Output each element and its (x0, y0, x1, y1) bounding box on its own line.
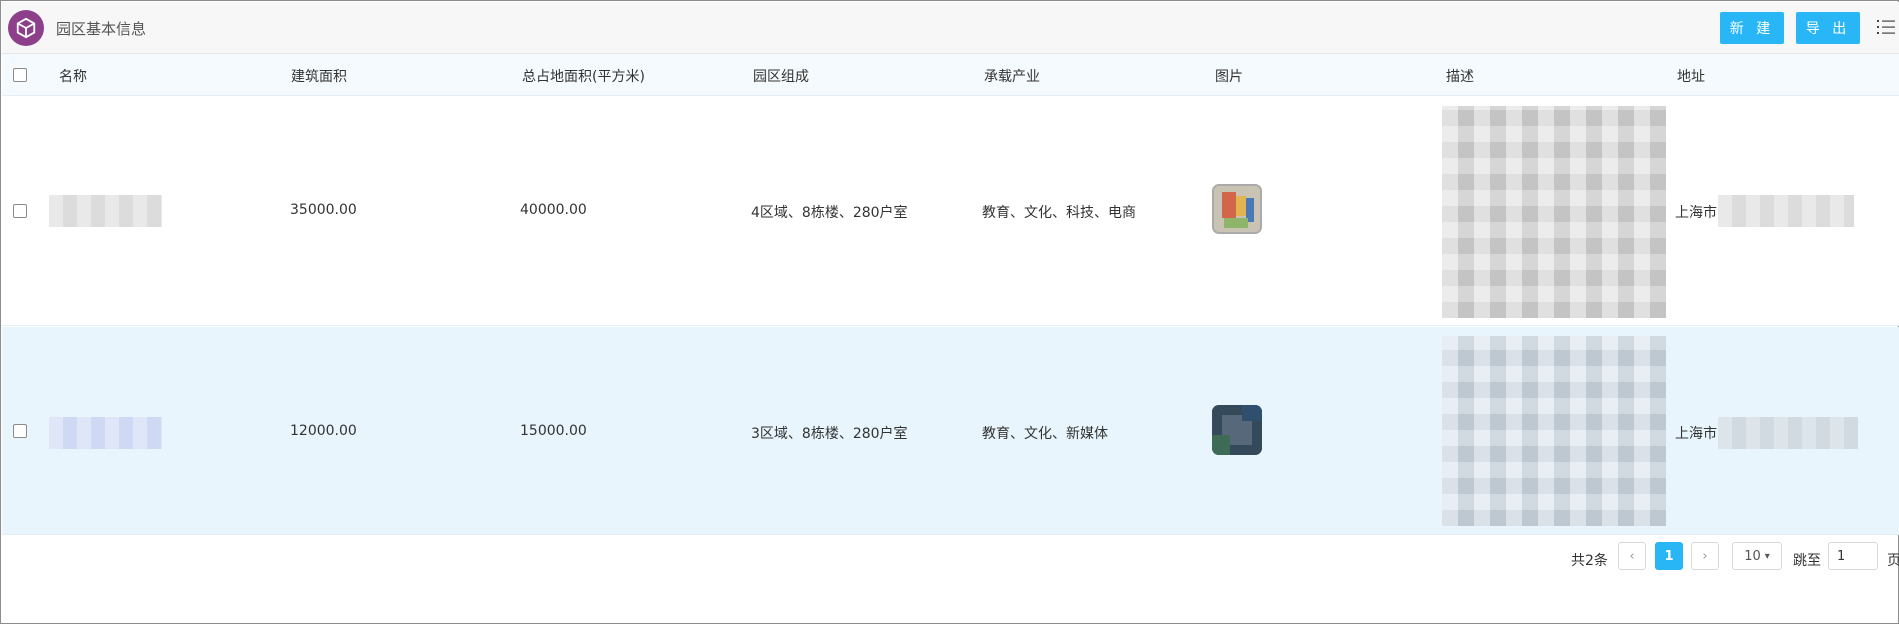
page-size-value: 10 (1744, 548, 1761, 564)
column-header: 园区组成 (753, 69, 809, 85)
jump-page-input[interactable]: 1 (1828, 542, 1878, 570)
column-header: 描述 (1446, 69, 1474, 85)
page-header: 园区基本信息 新 建 导 出 (2, 2, 1899, 54)
new-button[interactable]: 新 建 (1720, 12, 1784, 44)
column-header: 承载产业 (984, 69, 1040, 85)
redacted-description (1442, 336, 1666, 526)
building-area-cell: 35000.00 (290, 202, 357, 218)
page-number-button[interactable]: 1 (1655, 542, 1683, 570)
table-row[interactable]: 35000.00 40000.00 4区域、8栋楼、280户室 教育、文化、科技… (2, 96, 1899, 326)
address-cell: 上海市 (1675, 426, 1717, 442)
row-checkbox[interactable] (13, 204, 27, 218)
column-header: 建筑面积 (291, 69, 347, 85)
page-suffix: 页 (1887, 553, 1899, 569)
column-header: 地址 (1677, 69, 1705, 85)
export-button[interactable]: 导 出 (1796, 12, 1860, 44)
total-count: 共2条 (1571, 553, 1608, 569)
page-title: 园区基本信息 (56, 20, 147, 38)
building-area-cell: 12000.00 (290, 423, 357, 439)
page-size-select[interactable]: 10 ▾ (1732, 542, 1782, 570)
column-header: 图片 (1215, 69, 1243, 85)
prev-page-button[interactable]: ‹ (1618, 542, 1646, 570)
redacted-name (49, 195, 162, 227)
composition-cell: 3区域、8栋楼、280户室 (751, 426, 908, 442)
total-area-cell: 40000.00 (520, 202, 587, 218)
redacted-address (1718, 417, 1858, 449)
redacted-name (49, 417, 162, 449)
row-checkbox[interactable] (13, 424, 27, 438)
next-page-button[interactable]: › (1691, 542, 1719, 570)
chevron-left-icon: ‹ (1629, 548, 1635, 564)
select-all-checkbox[interactable] (13, 68, 27, 82)
total-area-cell: 15000.00 (520, 423, 587, 439)
park-image-thumbnail[interactable] (1212, 184, 1262, 234)
chevron-down-icon: ▾ (1764, 550, 1770, 562)
address-cell: 上海市 (1675, 205, 1717, 221)
industry-cell: 教育、文化、新媒体 (982, 426, 1108, 442)
list-icon[interactable] (1876, 17, 1896, 37)
column-header: 名称 (59, 69, 87, 85)
redacted-description (1442, 106, 1666, 318)
app-window: 园区基本信息 新 建 导 出 名称 建筑面积 总占地面积(平方米) 园区组成 承… (0, 0, 1899, 624)
chevron-right-icon: › (1702, 548, 1708, 564)
cube-icon (8, 10, 44, 46)
park-image-thumbnail[interactable] (1212, 405, 1262, 455)
table-row[interactable]: 12000.00 15000.00 3区域、8栋楼、280户室 教育、文化、新媒… (2, 327, 1899, 535)
column-header: 总占地面积(平方米) (522, 69, 645, 85)
table-header: 名称 建筑面积 总占地面积(平方米) 园区组成 承载产业 图片 描述 地址 (2, 54, 1899, 96)
jump-label: 跳至 (1793, 553, 1821, 569)
composition-cell: 4区域、8栋楼、280户室 (751, 205, 908, 221)
industry-cell: 教育、文化、科技、电商 (982, 205, 1136, 221)
redacted-address (1718, 195, 1854, 227)
